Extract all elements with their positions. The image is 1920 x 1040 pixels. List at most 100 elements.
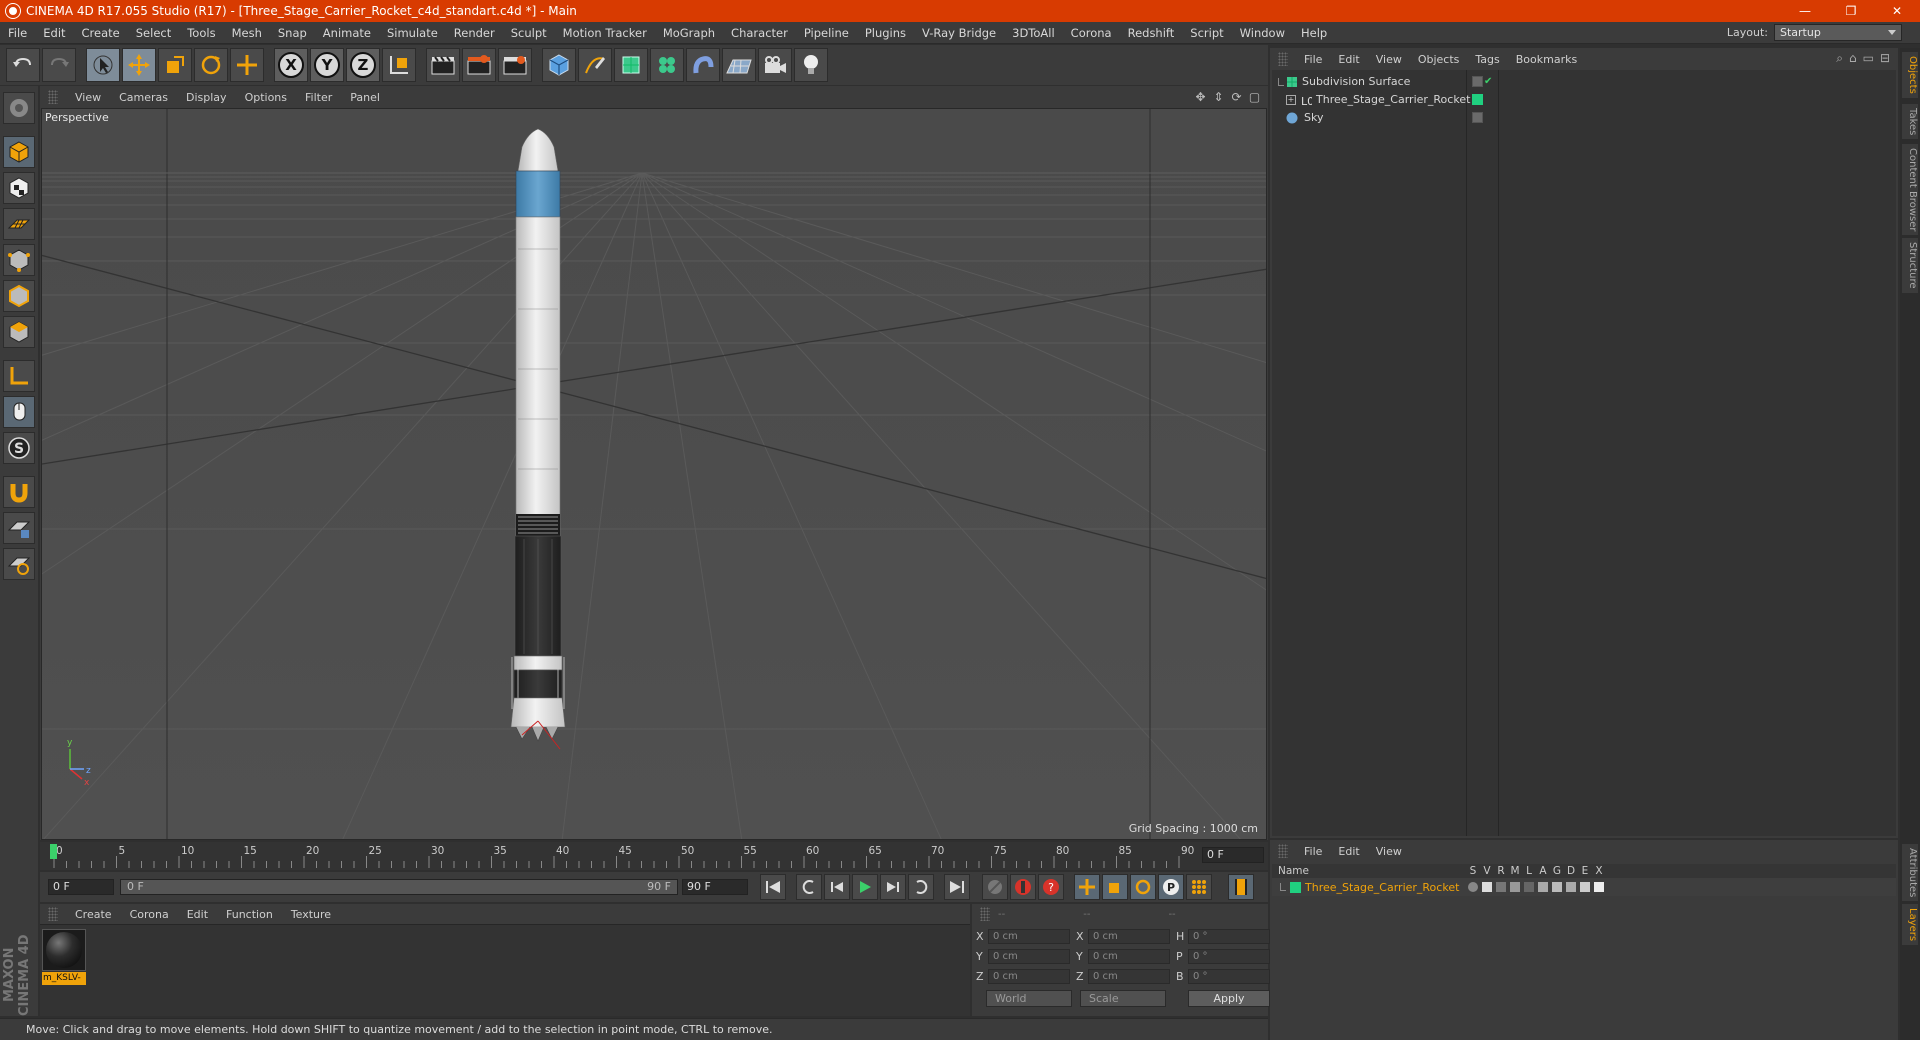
size-mode-dropdown[interactable]: Scale [1080, 990, 1166, 1007]
previous-key-button[interactable] [796, 874, 822, 900]
add-array-button[interactable] [650, 48, 684, 82]
add-nurbs-button[interactable] [614, 48, 648, 82]
lm-menu-edit[interactable]: Edit [1330, 845, 1367, 858]
expand-toggle-icon[interactable]: + [1286, 94, 1296, 105]
menu-create[interactable]: Create [74, 26, 128, 40]
workplane-lock-button[interactable] [3, 512, 35, 544]
material-list[interactable]: m_KSLV- [40, 924, 970, 1016]
menu-animate[interactable]: Animate [315, 26, 379, 40]
polygons-mode-button[interactable] [3, 316, 35, 348]
expression-toggle-icon[interactable] [1580, 882, 1590, 892]
minimize-button[interactable]: — [1782, 0, 1828, 22]
new-view-icon[interactable]: ▭ [1863, 51, 1874, 66]
size-x-field[interactable]: 0 cm [1088, 928, 1170, 944]
next-key-button[interactable] [908, 874, 934, 900]
key-pla-button[interactable] [1186, 874, 1212, 900]
viewport-menu-cameras[interactable]: Cameras [110, 91, 177, 104]
coordinate-system-button[interactable] [382, 48, 416, 82]
lm-menu-view[interactable]: View [1368, 845, 1410, 858]
layer-color-swatch[interactable] [1472, 94, 1483, 105]
menu-file[interactable]: File [0, 26, 35, 40]
material-menu-corona[interactable]: Corona [121, 908, 178, 921]
animation-toggle-icon[interactable] [1538, 882, 1548, 892]
editor-visibility-icon[interactable] [1472, 76, 1483, 87]
key-parameter-button[interactable]: P [1158, 874, 1184, 900]
om-menu-bookmarks[interactable]: Bookmarks [1508, 53, 1585, 66]
deformer-toggle-icon[interactable] [1566, 882, 1576, 892]
lock-toggle-icon[interactable] [1524, 882, 1534, 892]
add-camera-button[interactable] [758, 48, 792, 82]
om-menu-file[interactable]: File [1296, 53, 1330, 66]
dolly-view-icon[interactable]: ⇕ [1211, 89, 1226, 104]
timeline-scale[interactable]: 0 5 10 15 20 25 30 35 40 45 50 55 60 65 70 75 80 85 90 [48, 842, 1198, 868]
timeline-window-button[interactable] [1228, 874, 1254, 900]
tab-takes[interactable]: Takes [1902, 104, 1918, 140]
add-light-button[interactable] [794, 48, 828, 82]
rot-p-field[interactable]: 0 ° [1188, 948, 1270, 964]
menu-script[interactable]: Script [1182, 26, 1231, 40]
make-editable-button[interactable] [3, 92, 35, 124]
menu-plugins[interactable]: Plugins [857, 26, 914, 40]
viewport-menu-panel[interactable]: Panel [341, 91, 389, 104]
locked-workplane-button[interactable] [3, 548, 35, 580]
generator-toggle-icon[interactable] [1552, 882, 1562, 892]
3d-viewport[interactable]: Perspective y x z Grid Spacing: 1000 cm [41, 108, 1267, 840]
add-spline-button[interactable] [578, 48, 612, 82]
pos-x-field[interactable]: 0 cm [988, 928, 1070, 944]
snap-toggle-button[interactable] [3, 476, 35, 508]
menu-snap[interactable]: Snap [270, 26, 315, 40]
orbit-view-icon[interactable]: ⟳ [1229, 89, 1244, 104]
current-frame-field[interactable]: 0 F [1202, 847, 1264, 863]
close-button[interactable]: ✕ [1874, 0, 1920, 22]
tab-attributes[interactable]: Attributes [1902, 844, 1918, 902]
maximize-view-icon[interactable]: ▢ [1247, 89, 1262, 104]
menu-corona[interactable]: Corona [1063, 26, 1120, 40]
xref-toggle-icon[interactable] [1594, 882, 1604, 892]
om-menu-edit[interactable]: Edit [1330, 53, 1367, 66]
coordinate-space-dropdown[interactable]: World [986, 990, 1072, 1007]
menu-simulate[interactable]: Simulate [379, 26, 446, 40]
go-to-start-button[interactable] [760, 874, 786, 900]
panel-grip-icon[interactable] [980, 907, 990, 921]
axis-mode-button[interactable] [3, 360, 35, 392]
panel-grip-icon[interactable] [48, 907, 58, 921]
rot-b-field[interactable]: 0 ° [1188, 968, 1270, 984]
menu-mograph[interactable]: MoGraph [655, 26, 723, 40]
panel-grip-icon[interactable] [1278, 844, 1288, 858]
object-row-rocket[interactable]: + L0 Three_Stage_Carrier_Rocket [1272, 90, 1896, 109]
apply-button[interactable]: Apply [1188, 990, 1270, 1007]
tab-objects[interactable]: Objects [1902, 52, 1918, 98]
pos-y-field[interactable]: 0 cm [988, 948, 1070, 964]
panel-grip-icon[interactable] [1278, 52, 1288, 66]
menu-select[interactable]: Select [128, 26, 179, 40]
tweak-mode-button[interactable] [3, 396, 35, 428]
x-axis-lock-button[interactable]: X [274, 48, 308, 82]
rocket-model[interactable] [510, 128, 566, 750]
om-menu-tags[interactable]: Tags [1467, 53, 1507, 66]
size-z-field[interactable]: 0 cm [1088, 968, 1170, 984]
material-swatch[interactable]: m_KSLV- [42, 929, 88, 985]
viewport-menu-options[interactable]: Options [236, 91, 296, 104]
home-icon[interactable]: ⌂ [1849, 51, 1857, 66]
points-mode-button[interactable] [3, 244, 35, 276]
move-tool-button[interactable] [122, 48, 156, 82]
play-button[interactable] [852, 874, 878, 900]
enabled-check-icon[interactable]: ✔ [1484, 76, 1492, 87]
start-frame-field[interactable]: 0 F [48, 879, 114, 895]
redo-button[interactable] [42, 48, 76, 82]
previous-frame-button[interactable] [824, 874, 850, 900]
material-menu-edit[interactable]: Edit [178, 908, 217, 921]
key-position-button[interactable] [1074, 874, 1100, 900]
editor-visibility-icon[interactable] [1472, 112, 1483, 123]
menu-render[interactable]: Render [446, 26, 503, 40]
manager-toggle-icon[interactable] [1510, 882, 1520, 892]
collapse-icon[interactable]: ⊟ [1880, 51, 1890, 66]
workplane-mode-button[interactable] [3, 208, 35, 240]
menu-help[interactable]: Help [1293, 26, 1335, 40]
view-toggle-icon[interactable] [1482, 882, 1492, 892]
frame-range-slider[interactable]: 0 F 90 F [120, 879, 678, 895]
solo-mode-button[interactable]: S [3, 432, 35, 464]
undo-button[interactable] [6, 48, 40, 82]
select-tool-button[interactable] [86, 48, 120, 82]
layer-row[interactable]: Three_Stage_Carrier_Rocket [1272, 878, 1896, 896]
